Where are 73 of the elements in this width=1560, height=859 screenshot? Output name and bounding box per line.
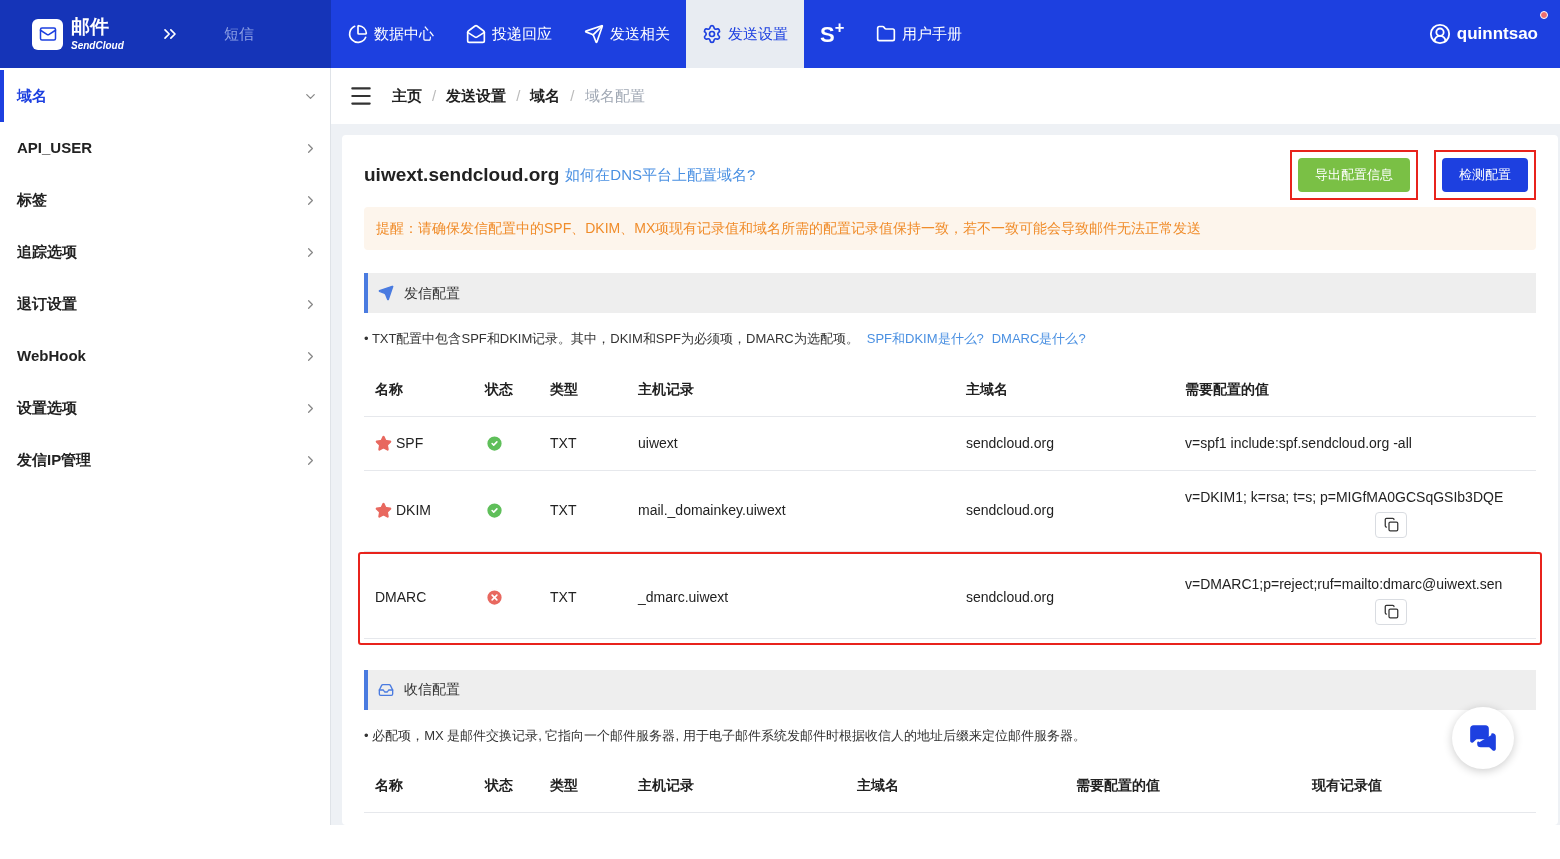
product-switch-link[interactable]: 短信 [223, 22, 254, 46]
copy-icon [1383, 517, 1399, 532]
table-cell-text: uiwext [637, 433, 679, 453]
column-header: 类型 [549, 379, 579, 399]
brand-subtitle: SendCloud [71, 39, 124, 54]
notice-banner: 提醒：请确保发信配置中的SPF、DKIM、MX项现有记录值和域名所需的配置记录值保持一致，若不一致可能会导致邮件无法正常发送 [364, 207, 1536, 250]
sidebar-item[interactable]: 标签 [0, 174, 330, 226]
copy-button[interactable] [1375, 598, 1407, 625]
table-cell-text: v=DMARC1;p=reject;ruf=mailto:dmarc@uiwext.sen [1185, 574, 1503, 594]
column-header: 名称 [374, 379, 404, 399]
check-button[interactable]: 检测配置 [1442, 158, 1528, 192]
section-note: • 必配项，MX 是邮件交换记录, 它指向一个邮件服务器, 用于电子邮件系统发邮件时根据收信人的地址后缀来定位邮件服务器。 [364, 727, 1086, 743]
table-cell-text: sendcloud.org [965, 588, 1055, 607]
pie-icon [348, 24, 368, 44]
sidebar-item[interactable]: 发信IP管理 [0, 434, 330, 486]
send-icon [584, 24, 604, 44]
section-title: 收信配置 [404, 680, 460, 699]
sidebar-item[interactable]: WebHook [0, 330, 330, 382]
inbox-icon [378, 681, 394, 698]
copy-button[interactable] [1375, 511, 1407, 538]
user-icon [1428, 23, 1451, 45]
mail-logo-icon [32, 18, 63, 50]
table-cell-text: TXT [549, 433, 578, 453]
nav-tab[interactable]: 发送相关 [568, 0, 686, 68]
breadcrumb-separator: / [570, 85, 575, 106]
mail-icon [466, 24, 486, 44]
table-cell-text: sendcloud.org [965, 433, 1055, 453]
record-name: DKIM [396, 501, 431, 520]
column-header: 主机记录 [637, 776, 695, 795]
column-header: 状态 [483, 776, 514, 795]
gear-icon [702, 24, 722, 44]
column-header: 名称 [374, 776, 404, 795]
nav-tab[interactable]: 投递回应 [450, 0, 568, 68]
domain-title: uiwext.sendcloud.org [364, 162, 560, 187]
sidebar-item[interactable]: 退订设置 [0, 278, 330, 330]
table-cell-text: TXT [549, 588, 578, 607]
table-cell-text: _dmarc.uiwext [636, 588, 730, 607]
section-title: 发信配置 [404, 283, 460, 303]
table-cell-text: mail._domainkey.uiwext [637, 501, 787, 520]
table-cell-text: sendcloud.org [965, 501, 1055, 520]
copy-icon [1383, 604, 1399, 619]
user-name[interactable]: quinntsao [1456, 21, 1538, 47]
column-header: 现有记录值 [1310, 776, 1383, 795]
column-header: 主域名 [856, 776, 900, 795]
folder-icon [876, 24, 897, 44]
chat-button[interactable] [1452, 707, 1514, 769]
column-header: 状态 [483, 379, 514, 399]
sidebar-item[interactable]: 追踪选项 [0, 226, 330, 278]
breadcrumb-link[interactable]: 主页 [392, 84, 422, 108]
section-note: • TXT配置中包含SPF和DKIM记录。其中，DKIM和SPF为必须项，DMARC为选配项。 [364, 330, 859, 348]
nav-tab[interactable]: 数据中心 [332, 0, 450, 68]
nav-tab[interactable]: 用户手册 [860, 0, 979, 68]
chat-icon [1469, 724, 1497, 752]
product-title: 邮件 [71, 14, 110, 39]
record-name: SPF [396, 433, 424, 453]
nav-tab[interactable]: 发送设置 [686, 0, 804, 68]
column-header: 需要配置的值 [1075, 776, 1161, 795]
breadcrumb-separator: / [516, 85, 521, 106]
column-header: 类型 [549, 776, 579, 795]
plus-logo-link[interactable]: S$^{+}$ [804, 0, 861, 68]
column-header: 需要配置的值 [1184, 379, 1270, 399]
send-icon [378, 285, 394, 301]
breadcrumb-link[interactable]: 发送设置 [446, 84, 507, 108]
table-cell-text: v=spf1 include:spf.sendcloud.org -all [1185, 433, 1412, 453]
column-header: 主域名 [965, 379, 1009, 399]
table-cell-text: v=DKIM1; k=rsa; t=s; p=MIGfMA0GCSqGSIb3DQE [1185, 487, 1504, 507]
table-cell-text: TXT [549, 501, 578, 520]
sidebar-item[interactable]: API_USER [0, 122, 330, 174]
column-header: 主机记录 [637, 379, 695, 399]
breadcrumb-separator: / [432, 85, 437, 106]
record-name: DMARC [375, 588, 427, 607]
breadcrumb-link[interactable]: 域名 [530, 84, 561, 108]
sidebar-item[interactable]: 设置选项 [0, 382, 330, 434]
